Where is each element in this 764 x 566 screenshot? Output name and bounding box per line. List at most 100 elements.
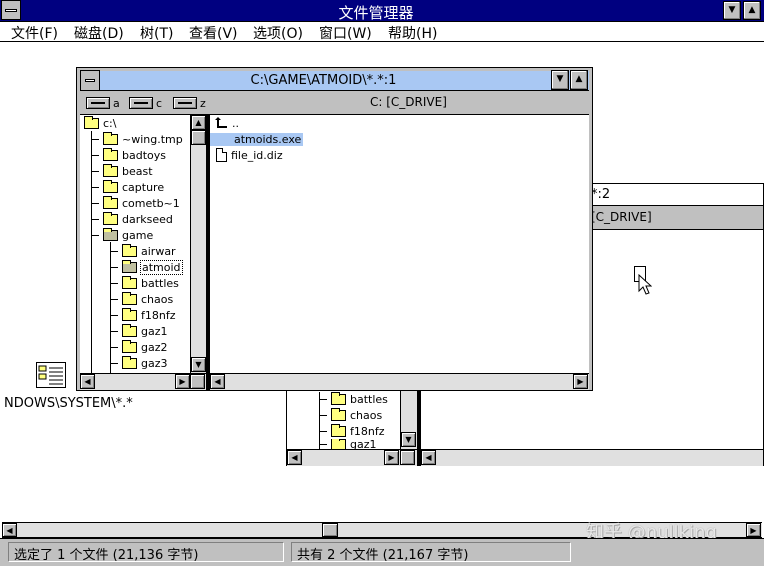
system-menu-button[interactable] [1, 0, 21, 20]
front-window-title-bar[interactable]: C:\GAME\ATMOID\*.*:1 ▼ ▲ [80, 70, 589, 91]
tree-root[interactable]: c:\ [84, 115, 116, 131]
file-list[interactable]: .. atmoids.exe file_id.diz [210, 115, 589, 373]
folder-icon [103, 211, 118, 225]
back-tree-item-chaos[interactable]: chaos [319, 407, 382, 423]
mouse-pointer-icon [638, 274, 652, 295]
directory-window-icon[interactable] [36, 362, 66, 388]
scroll-left-icon[interactable]: ◀ [210, 374, 225, 389]
scroll-up-icon[interactable]: ▲ [191, 115, 206, 130]
tree-item[interactable]: f18nfz [110, 307, 176, 323]
file-item-parent[interactable]: .. [214, 115, 239, 131]
minimize-button[interactable]: ▼ [723, 1, 741, 20]
front-minimize-button[interactable]: ▼ [551, 70, 569, 90]
scroll-down-icon[interactable]: ▼ [401, 432, 416, 447]
status-bar: 选定了 1 个文件 (21,136 字节) 共有 2 个文件 (21,167 字… [0, 538, 764, 566]
scroll-right-icon[interactable]: ▶ [746, 523, 761, 537]
tree-item[interactable]: ~wing.tmp [91, 131, 183, 147]
folder-icon [331, 391, 346, 405]
tree-item[interactable]: chaos [110, 291, 173, 307]
drive-z-button[interactable]: z [173, 95, 206, 111]
drive-a-button[interactable]: a [86, 95, 120, 111]
directory-tree[interactable]: c:\ ~wing.tmp badtoys beast capture come… [80, 115, 206, 373]
tree-item[interactable]: battles [110, 275, 179, 291]
menu-tree[interactable]: 树(T) [140, 23, 173, 43]
menu-window[interactable]: 窗口(W) [319, 23, 372, 43]
back-tree-vscroll[interactable]: ▼ [400, 384, 417, 449]
menu-disk[interactable]: 磁盘(D) [74, 23, 124, 43]
scroll-down-icon[interactable]: ▼ [191, 357, 206, 372]
folder-open-icon [84, 115, 99, 129]
back-tree-hscroll[interactable]: ◀ ▶ [287, 449, 417, 466]
file-item-selected[interactable]: atmoids.exe [210, 131, 304, 147]
tree-hscroll[interactable]: ◀ ▶ [80, 373, 206, 390]
status-total: 共有 2 个文件 (21,167 字节) [291, 542, 571, 562]
drive-c-button[interactable]: c [129, 95, 162, 111]
main-title-bar[interactable]: 文件管理器 ▼ ▲ [0, 0, 764, 22]
tree-vscroll[interactable]: ▲ ▼ [190, 115, 206, 373]
scroll-left-icon[interactable]: ◀ [287, 450, 302, 465]
folder-icon [122, 355, 137, 369]
back-tree-item-battles[interactable]: battles [319, 391, 388, 407]
folder-icon [122, 307, 137, 321]
folder-open-icon [103, 227, 118, 241]
menu-file[interactable]: 文件(F) [11, 23, 58, 43]
menu-help[interactable]: 帮助(H) [388, 23, 437, 43]
main-hscroll-thumb[interactable] [322, 523, 338, 537]
tree-item[interactable]: darkseed [91, 211, 173, 227]
tree-item[interactable]: gaz1 [110, 323, 168, 339]
folder-icon [122, 275, 137, 289]
scroll-right-icon[interactable]: ▶ [384, 450, 399, 465]
scroll-left-icon[interactable]: ◀ [80, 374, 95, 389]
front-window-title: C:\GAME\ATMOID\*.*:1 [250, 73, 397, 88]
folder-icon [331, 439, 346, 449]
tree-item-selected[interactable]: atmoid [110, 259, 183, 275]
folder-icon [103, 131, 118, 145]
drive-label: C: [C_DRIVE] [370, 95, 447, 109]
front-maximize-button[interactable]: ▲ [570, 70, 588, 90]
folder-icon [122, 323, 137, 337]
menu-view[interactable]: 查看(V) [189, 23, 238, 43]
folder-icon [122, 339, 137, 353]
back-drive-label: [C_DRIVE] [591, 210, 652, 224]
tree-item[interactable]: beast [91, 163, 153, 179]
tree-vscroll-thumb[interactable] [191, 130, 206, 145]
tree-item[interactable]: airwar [110, 243, 176, 259]
front-system-menu-button[interactable] [80, 70, 100, 91]
tree-item[interactable]: cometb~1 [91, 195, 180, 211]
main-window-title: 文件管理器 [338, 4, 414, 22]
network-drive-icon [173, 97, 197, 109]
maximize-button[interactable]: ▲ [743, 1, 761, 20]
document-icon [216, 148, 227, 162]
scroll-right-icon[interactable]: ▶ [573, 374, 588, 389]
executable-icon [214, 133, 230, 145]
scroll-left-icon[interactable]: ◀ [421, 450, 436, 465]
tree-item[interactable]: badtoys [91, 147, 166, 163]
folder-icon [103, 195, 118, 209]
floppy-drive-icon [86, 97, 110, 109]
scroll-right-icon[interactable]: ▶ [175, 374, 190, 389]
front-directory-window[interactable]: C:\GAME\ATMOID\*.*:1 ▼ ▲ a c z C: [C_DRI… [76, 67, 593, 391]
minimized-window-label[interactable]: NDOWS\SYSTEM\*.* [4, 396, 133, 411]
folder-icon [331, 407, 346, 421]
file-item[interactable]: file_id.diz [216, 147, 283, 163]
scroll-left-icon[interactable]: ◀ [2, 523, 17, 537]
folder-icon [103, 163, 118, 177]
tree-item[interactable]: game [91, 227, 153, 243]
back-window-title: *:2 [591, 187, 611, 202]
status-selected: 选定了 1 个文件 (21,136 字节) [8, 542, 284, 562]
drive-bar: a c z C: [C_DRIVE] [80, 91, 589, 115]
back-file-hscroll[interactable]: ◀ [421, 449, 763, 466]
folder-icon [331, 423, 346, 437]
back-tree-item-f18nfz[interactable]: f18nfz [319, 423, 385, 439]
folder-open-icon [122, 259, 137, 273]
file-hscroll[interactable]: ◀ ▶ [210, 373, 589, 390]
menu-bar: 文件(F) 磁盘(D) 树(T) 查看(V) 选项(O) 窗口(W) 帮助(H) [0, 22, 764, 42]
tree-item[interactable]: capture [91, 179, 164, 195]
folder-icon [103, 147, 118, 161]
tree-item[interactable]: gaz3 [110, 355, 168, 371]
folder-icon [122, 291, 137, 305]
back-tree-item-gaz1[interactable]: gaz1 [319, 439, 377, 449]
menu-options[interactable]: 选项(O) [253, 23, 303, 43]
tree-item[interactable]: gaz2 [110, 339, 168, 355]
folder-icon [103, 179, 118, 193]
